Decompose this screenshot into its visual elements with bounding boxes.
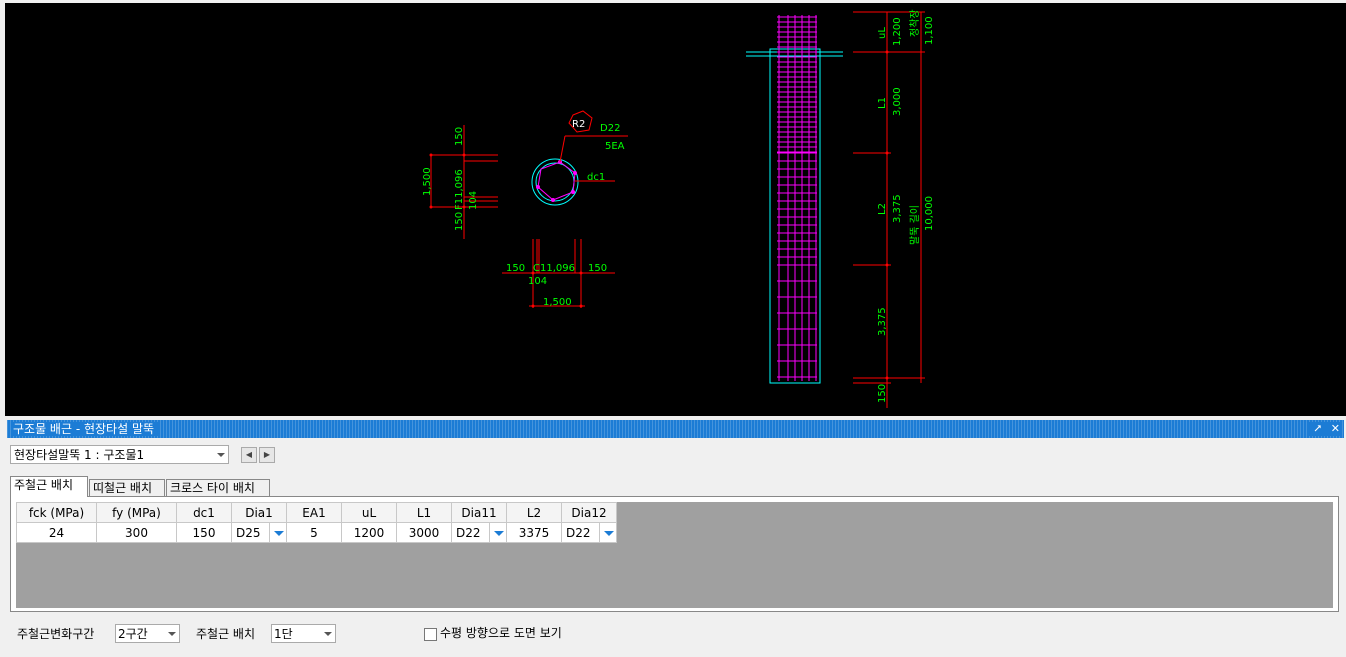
object-select[interactable]: 현장타설말뚝 1 : 구조물1	[10, 445, 229, 464]
dim-150-bl: 150	[506, 263, 525, 274]
chevron-down-icon	[168, 632, 176, 636]
layout-label: 주철근 배치	[196, 627, 256, 641]
cell-ul[interactable]: 1200	[341, 522, 397, 543]
object-select-value: 현장타설말뚝 1 : 구조물1	[14, 448, 145, 462]
dim-104-left: 104	[468, 191, 479, 210]
dim-1500-bottom: 1,500	[543, 297, 572, 308]
cell-dia11[interactable]: D22	[451, 522, 507, 543]
col-l1: L1	[396, 502, 452, 523]
cell-l1[interactable]: 3000	[396, 522, 452, 543]
dim-f11096: F11,096	[454, 169, 465, 210]
cell-dia12-value: D22	[566, 525, 591, 540]
tab-main-rebar[interactable]: 주철근 배치	[10, 476, 88, 497]
chevron-down-icon	[324, 632, 332, 636]
cell-ea1[interactable]: 5	[286, 522, 342, 543]
elev-l1: L1	[877, 97, 888, 109]
cell-dia1[interactable]: D25	[231, 522, 287, 543]
bar-dia-label: D22	[600, 123, 620, 134]
cell-fy[interactable]: 300	[96, 522, 177, 543]
chevron-down-icon[interactable]	[599, 523, 616, 542]
panel-title: 구조물 배근 - 현장타설 말뚝	[13, 422, 159, 436]
pin-icon[interactable]: ⭧	[1314, 422, 1321, 435]
elev-3000: 3,000	[892, 87, 903, 116]
rebar-grid: fck (MPa) fy (MPa) dc1 Dia1 EA1 uL L1 Di…	[16, 502, 1333, 608]
dim-150-br: 150	[588, 263, 607, 274]
chevron-down-icon[interactable]	[489, 523, 506, 542]
cad-drawing: 150 1,500 F11,096 104 150 R2 D22 5EA dc1	[422, 9, 935, 408]
r2-tag: R2	[572, 119, 585, 130]
close-icon[interactable]: ✕	[1331, 422, 1340, 435]
col-ul: uL	[341, 502, 397, 523]
col-dia1: Dia1	[231, 502, 287, 523]
cell-fck[interactable]: 24	[16, 522, 97, 543]
col-dc1: dc1	[176, 502, 232, 523]
dim-c11096: C11,096	[533, 263, 575, 274]
elev-1200: 1,200	[892, 17, 903, 46]
prev-button[interactable]: ◀	[241, 447, 257, 463]
col-fck: fck (MPa)	[16, 502, 97, 523]
tab-cross-tie[interactable]: 크로스 타이 배치	[166, 479, 270, 496]
elev-ul: uL	[877, 27, 888, 39]
dc-label: dc1	[587, 172, 605, 183]
col-l2: L2	[506, 502, 562, 523]
table-row: 24 300 150 D25 5 1200 3000 D22 3375 D22	[16, 522, 617, 543]
layout-select[interactable]: 1단	[271, 624, 336, 643]
dim-104-bottom: 104	[528, 276, 547, 287]
dim-150-top: 150	[454, 127, 465, 146]
elev-10000: 10,000	[924, 196, 935, 231]
cell-l2[interactable]: 3375	[506, 522, 562, 543]
dim-1500-left: 1,500	[422, 167, 433, 196]
cell-dia12[interactable]: D22	[561, 522, 617, 543]
col-dia11: Dia11	[451, 502, 507, 523]
elev-3375-a: 3,375	[892, 194, 903, 223]
cell-dia11-value: D22	[456, 525, 481, 540]
section-change-select[interactable]: 2구간	[115, 624, 180, 643]
elev-l2: L2	[877, 203, 888, 215]
section-change-label: 주철근변화구간	[17, 627, 95, 641]
chevron-down-icon	[217, 453, 225, 457]
col-ea1: EA1	[286, 502, 342, 523]
elev-150: 150	[877, 384, 888, 403]
col-fy: fy (MPa)	[96, 502, 177, 523]
dim-150-bottom: 150	[454, 212, 465, 231]
horizontal-view-label: 수평 방향으로 도면 보기	[440, 626, 562, 640]
next-button[interactable]: ▶	[259, 447, 275, 463]
cad-drawing-canvas[interactable]: 150 1,500 F11,096 104 150 R2 D22 5EA dc1	[5, 3, 1346, 416]
elev-1100: 1,100	[924, 16, 935, 45]
elev-3375-b: 3,375	[877, 307, 888, 336]
layout-value: 1단	[274, 627, 293, 641]
rebar-panel: 구조물 배근 - 현장타설 말뚝 ⭧ ✕ 현장타설말뚝 1 : 구조물1 ◀ ▶…	[5, 418, 1346, 657]
section-change-value: 2구간	[118, 627, 148, 641]
bar-count-label: 5EA	[605, 141, 625, 152]
elev-anchorage: 정착장	[909, 9, 921, 37]
horizontal-view-checkbox[interactable]	[424, 628, 437, 641]
panel-title-bar[interactable]: 구조물 배근 - 현장타설 말뚝 ⭧ ✕	[7, 420, 1344, 438]
chevron-down-icon[interactable]	[269, 523, 286, 542]
elev-pile-length: 말뚝 길이	[908, 205, 921, 245]
col-dia12: Dia12	[561, 502, 617, 523]
tab-tie-rebar[interactable]: 띠철근 배치	[89, 479, 165, 496]
cell-dia1-value: D25	[236, 525, 261, 540]
cell-dc1[interactable]: 150	[176, 522, 232, 543]
